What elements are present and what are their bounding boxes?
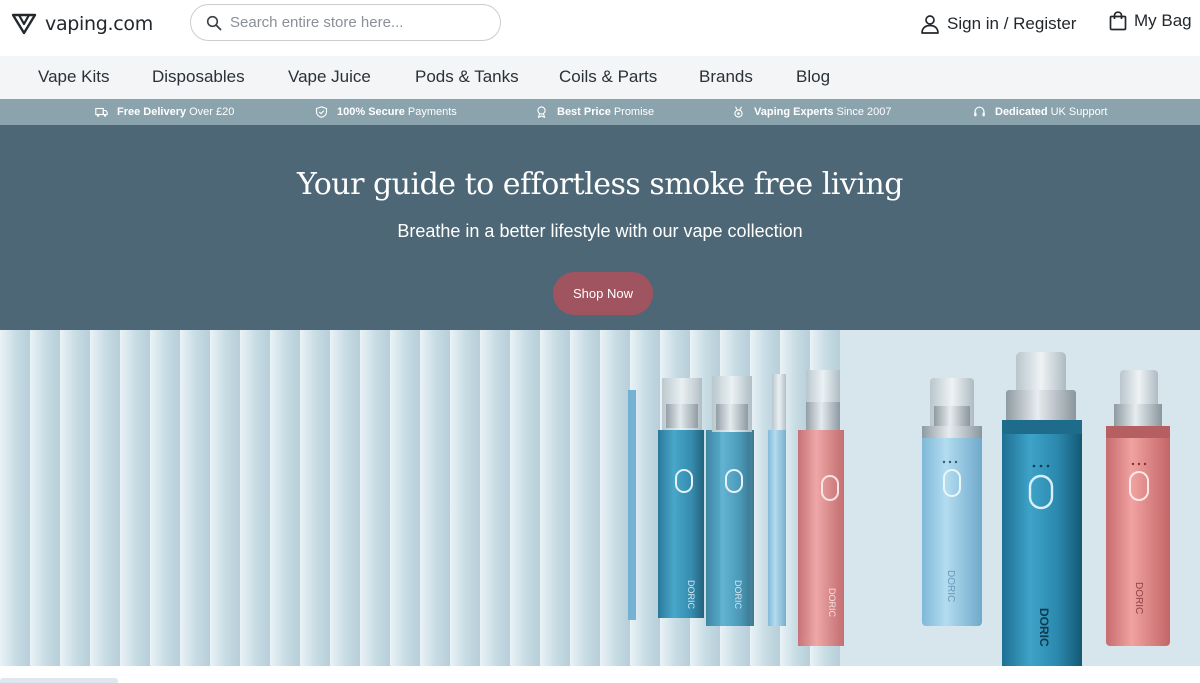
main-navigation: Vape Kits Disposables Vape Juice Pods & … (0, 56, 1200, 99)
device-label: DORIC (686, 580, 696, 610)
logo-text: vaping.com (45, 13, 153, 35)
usp-text: Over £20 (189, 106, 235, 118)
shield-check-icon (315, 106, 328, 118)
hero-title: Your guide to effortless smoke free livi… (297, 167, 903, 202)
nav-item-coils-parts[interactable]: Coils & Parts (559, 67, 657, 87)
medal-icon (734, 106, 743, 118)
bag-label: My Bag (1134, 11, 1192, 30)
headset-icon (974, 106, 985, 117)
vape-device-pink: DORIC (1106, 370, 1170, 646)
usp-bold-text: Free Delivery (117, 106, 187, 118)
user-icon (921, 15, 939, 34)
hero-section: Your guide to effortless smoke free livi… (0, 125, 1200, 330)
device-label: DORIC (733, 580, 743, 610)
hero-banner-image[interactable]: DORIC DORIC DORIC DORIC DORIC DORIC (0, 330, 1200, 666)
bottom-strip (0, 666, 1200, 683)
vape-device-teal: DORIC (1002, 352, 1082, 666)
account-label: Sign in / Register (947, 14, 1077, 33)
nav-item-vape-juice[interactable]: Vape Juice (288, 67, 371, 87)
banner-artwork: DORIC DORIC DORIC DORIC DORIC DORIC (0, 330, 1200, 666)
site-logo[interactable]: vaping.com (11, 9, 153, 39)
usp-bar: Free Delivery Over £20 100% Secure Payme… (0, 99, 1200, 125)
usp-text: Payments (407, 106, 457, 118)
search-box[interactable] (190, 4, 501, 41)
shopping-bag-icon (1109, 11, 1127, 31)
usp-bold-text: Best Price (557, 106, 611, 118)
device-label: DORIC (1037, 608, 1051, 647)
hero-subtitle: Breathe in a better lifestyle with our v… (397, 221, 803, 241)
usp-text: UK Support (1050, 106, 1108, 118)
usp-best-price: Best Price Promise (535, 105, 654, 119)
nav-item-vape-kits[interactable]: Vape Kits (38, 67, 110, 87)
usp-free-delivery: Free Delivery Over £20 (95, 105, 234, 119)
usp-bold-text: Dedicated (995, 106, 1048, 118)
search-input[interactable] (230, 14, 480, 31)
nav-item-blog[interactable]: Blog (796, 67, 830, 87)
logo-mark-icon (11, 13, 37, 35)
award-icon (537, 106, 546, 118)
usp-bold-text: Vaping Experts (754, 106, 834, 118)
usp-bold-text: 100% Secure (337, 106, 405, 118)
device-label: DORIC (827, 588, 837, 618)
usp-secure-payments: 100% Secure Payments (315, 105, 457, 119)
bottom-tab-edge (0, 678, 118, 683)
usp-vaping-experts: Vaping Experts Since 2007 (732, 105, 892, 119)
usp-text: Promise (613, 106, 655, 118)
site-header: vaping.com Sign in / Register My Bag (0, 0, 1200, 56)
vape-device-light-blue: DORIC (922, 378, 982, 626)
search-icon (206, 15, 222, 30)
device-label: DORIC (1133, 582, 1144, 614)
nav-item-pods-tanks[interactable]: Pods & Tanks (415, 67, 519, 87)
usp-uk-support: Dedicated UK Support (973, 105, 1107, 119)
shop-now-button[interactable]: Shop Now (553, 272, 653, 315)
sign-in-register-link[interactable]: Sign in / Register (920, 11, 1076, 37)
my-bag-link[interactable]: My Bag (1109, 8, 1192, 34)
usp-text: Since 2007 (836, 106, 892, 118)
truck-icon (95, 107, 108, 117)
nav-item-disposables[interactable]: Disposables (152, 67, 245, 87)
nav-item-brands[interactable]: Brands (699, 67, 753, 87)
device-label: DORIC (945, 570, 956, 602)
